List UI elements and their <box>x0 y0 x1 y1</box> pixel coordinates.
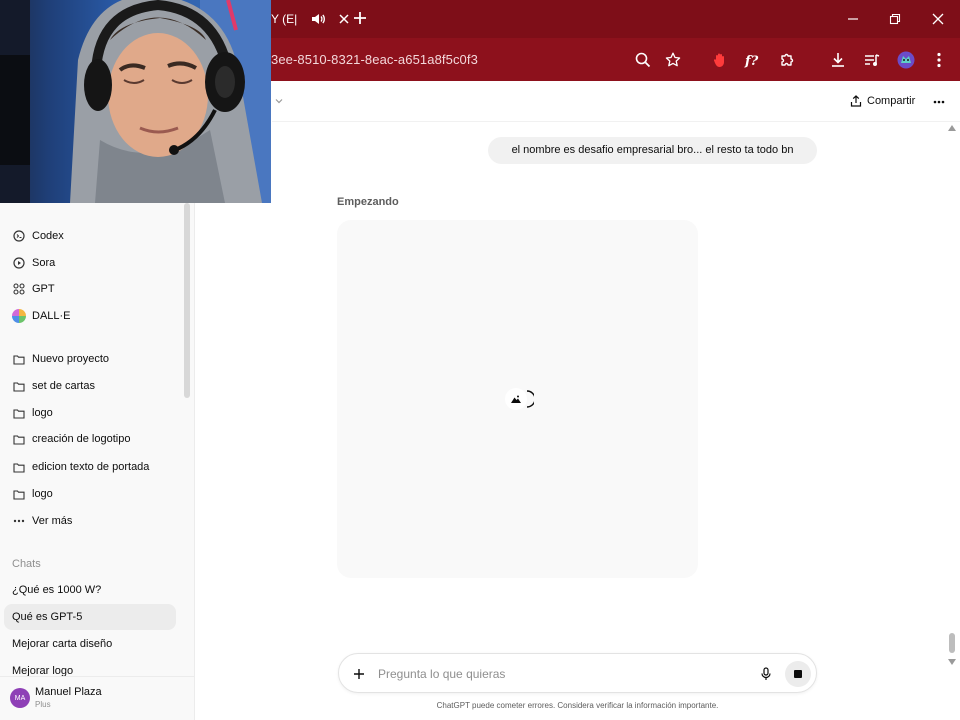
composer: Pregunta lo que quieras <box>338 653 817 693</box>
sidebar-item-label: GPT <box>32 283 55 295</box>
chat-item-active[interactable]: Qué es GPT-5 <box>12 605 82 629</box>
extension-fx-icon[interactable]: f? <box>741 47 767 73</box>
bookmark-star-icon[interactable] <box>660 47 686 73</box>
close-icon <box>932 13 944 25</box>
user-name: Manuel Plaza <box>35 686 102 698</box>
screen: Y (E| 3ee-8510-8321-8eac-a651a8f5c0f3 f? <box>0 0 960 720</box>
zoom-search-icon[interactable] <box>630 47 656 73</box>
share-button[interactable]: Compartir <box>850 92 915 110</box>
sidebar-item-label: set de cartas <box>32 380 95 392</box>
profile-avatar-icon[interactable] <box>893 47 919 73</box>
generation-status: Empezando <box>337 196 399 208</box>
sidebar-item-label: creación de logotipo <box>32 433 131 445</box>
folder-icon <box>12 432 26 446</box>
grid-icon <box>12 282 26 296</box>
add-attachment-button[interactable] <box>349 664 369 684</box>
sidebar-item-gpt[interactable]: GPT <box>12 277 55 301</box>
close-window-button[interactable] <box>916 0 960 38</box>
user-message-bubble: el nombre es desafio empresarial bro... … <box>488 137 817 164</box>
sidebar-item-label: logo <box>32 488 53 500</box>
sidebar-item-label: DALL·E <box>32 310 71 322</box>
sidebar-project-new[interactable]: Nuevo proyecto <box>12 347 109 371</box>
stop-icon <box>794 670 802 678</box>
folder-icon <box>12 487 26 501</box>
scroll-up-arrow-icon[interactable] <box>947 124 957 134</box>
more-dots-icon <box>933 100 945 104</box>
sidebar-item-label: Codex <box>32 230 64 242</box>
tab-title: Y (E| <box>271 12 298 26</box>
webcam-person-image <box>0 0 271 203</box>
sidebar-item-label: edicion texto de portada <box>32 461 150 473</box>
restore-button[interactable] <box>873 0 917 38</box>
stop-generating-button[interactable] <box>785 661 811 687</box>
minimize-icon <box>848 18 858 20</box>
download-icon[interactable] <box>825 47 851 73</box>
plus-icon <box>354 669 364 679</box>
sidebar-item-label: Sora <box>32 257 56 269</box>
sidebar-item-dalle[interactable]: DALL·E <box>12 304 71 328</box>
sidebar-item-label: Ver más <box>32 515 73 527</box>
extensions-puzzle-icon[interactable] <box>775 47 801 73</box>
folder-icon <box>12 379 26 393</box>
share-label: Compartir <box>867 95 916 107</box>
extension-hand-icon[interactable] <box>707 47 733 73</box>
sidebar-item-codex[interactable]: Codex <box>12 224 64 248</box>
restore-icon <box>889 13 901 25</box>
model-chevron-down-icon[interactable] <box>274 93 288 107</box>
dalle-logo-icon <box>12 309 26 323</box>
play-circle-icon <box>12 256 26 270</box>
folder-icon <box>12 406 26 420</box>
chat-item[interactable]: ¿Qué es 1000 W? <box>12 578 101 602</box>
media-playlist-icon[interactable] <box>859 47 885 73</box>
scroll-down-arrow-icon[interactable] <box>947 658 957 668</box>
svg-text:f?: f? <box>744 54 759 68</box>
address-bar[interactable]: 3ee-8510-8321-8eac-a651a8f5c0f3 <box>271 38 478 81</box>
chat-item[interactable]: Mejorar carta diseño <box>12 632 112 656</box>
sidebar-scrollbar[interactable] <box>184 203 190 398</box>
speaker-icon[interactable] <box>311 13 326 25</box>
plus-icon <box>354 12 366 24</box>
disclaimer-text: ChatGPT puede cometer errores. Considera… <box>436 701 719 710</box>
microphone-icon <box>761 667 771 680</box>
sidebar-item-label: Nuevo proyecto <box>32 353 110 365</box>
browser-menu-icon[interactable] <box>926 47 952 73</box>
microphone-button[interactable] <box>757 664 775 684</box>
sidebar-project-item[interactable]: creación de logotipo <box>12 427 130 451</box>
folder-icon <box>12 460 26 474</box>
avatar: MA <box>10 688 30 708</box>
conversation-options-button[interactable] <box>928 92 950 110</box>
share-upload-icon <box>850 95 862 107</box>
more-dots-icon <box>12 514 26 528</box>
new-tab-button[interactable] <box>348 7 372 31</box>
prompt-input[interactable]: Pregunta lo que quieras <box>378 654 505 694</box>
sidebar-project-item[interactable]: logo <box>12 401 53 425</box>
sidebar-see-more[interactable]: Ver más <box>12 509 72 533</box>
sidebar-project-item[interactable]: logo <box>12 482 53 506</box>
sidebar-project-item[interactable]: set de cartas <box>12 374 95 398</box>
webcam-overlay <box>0 0 271 203</box>
sidebar-project-item[interactable]: edicion texto de portada <box>12 455 149 479</box>
minimize-button[interactable] <box>831 0 875 38</box>
user-menu[interactable]: MA Manuel Plaza Plus <box>0 676 194 720</box>
sidebar-item-sora[interactable]: Sora <box>12 251 55 275</box>
main-scrollbar-thumb[interactable] <box>949 633 955 653</box>
loading-spinner-icon <box>526 390 534 408</box>
sidebar-item-label: logo <box>32 407 53 419</box>
chats-heading: Chats <box>12 558 41 570</box>
codex-icon <box>12 229 26 243</box>
user-plan: Plus <box>35 700 51 709</box>
folder-plus-icon <box>12 352 26 366</box>
header-divider <box>272 121 960 122</box>
